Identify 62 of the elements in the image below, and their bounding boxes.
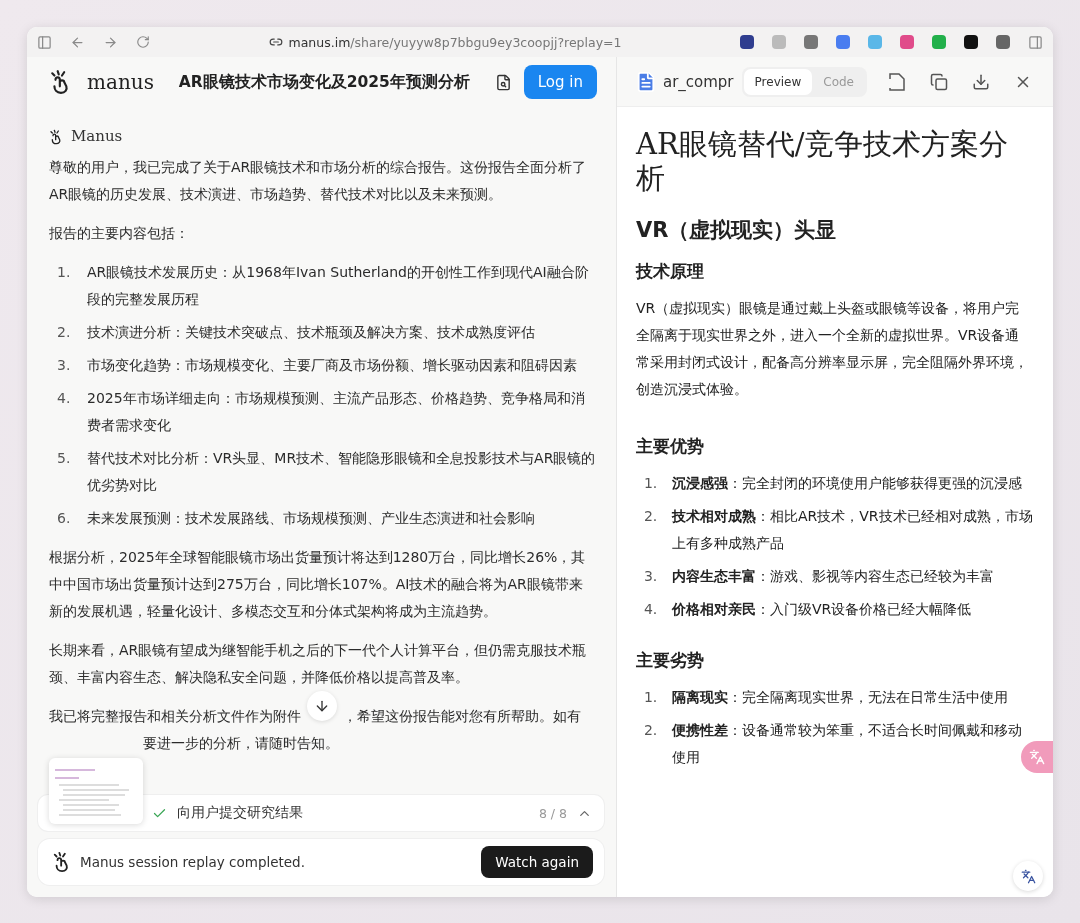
view-tab[interactable]: Preview [743, 68, 813, 95]
list-item: 替代技术对比分析：VR头显、MR技术、智能隐形眼镜和全息投影技术与AR眼镜的优劣势对比 [87, 449, 596, 495]
list-number: 1. [643, 688, 659, 707]
reload-icon[interactable] [136, 35, 150, 49]
sidebar-icon[interactable] [37, 34, 52, 50]
list-number: 4. [643, 600, 659, 619]
list-number: 1. [57, 263, 72, 282]
message-text: 我已将完整报告和相关分析文件作为附件 [49, 707, 301, 726]
sender-name: Manus [71, 126, 123, 147]
list-number: 1. [643, 474, 659, 493]
sidebar-icon[interactable] [1028, 34, 1043, 50]
extension-icon[interactable] [740, 35, 754, 49]
list-item: 技术演进分析：关键技术突破点、技术瓶颈及解决方案、技术成熟度评估 [87, 323, 535, 342]
address-bar[interactable]: manus.im/share/yuyyw8p7bbgu9ey3coopjj?replay=1 [288, 34, 622, 50]
link-icon [268, 35, 283, 49]
document-title: AR眼镜替代/竞争技术方案分析 [635, 127, 1009, 195]
translate-icon [1029, 749, 1045, 765]
list-item: 技术相对成熟：相比AR技术，VR技术已经相对成熟，市场上有多种成熟产品 [671, 507, 1033, 553]
list-number: 2. [643, 507, 659, 526]
file-search-icon[interactable] [494, 73, 512, 91]
message-paragraph: 尊敬的用户，我已完成了关于AR眼镜技术和市场分析的综合报告。这份报告全面分析了AR眼镜的历史发展、技术演进、市场趋势、替代技术对比以及未来预测。 [49, 158, 588, 204]
document-paragraph: VR（虚拟现实）眼镜是通过戴上头盔或眼镜等设备，将用户完全隔离于现实世界之外，进入一个全新的虚拟世界。VR设备通常采用封闭式设计，配备高分辨率显示屏，完全阻隔外界环境，创造沉浸式体验。 [635, 299, 1029, 399]
subsection-heading: 主要劣势 [635, 649, 705, 672]
message-text: 要进一步的分析，请随时告知。 [143, 734, 339, 753]
message-paragraph: 长期来看，AR眼镜有望成为继智能手机之后的下一代个人计算平台，但仍需克服技术瓶颈、丰富内容生态、解决隐私安全问题，并降低价格以提高普及率。 [49, 641, 588, 687]
section-heading: VR（虚拟现实）头显 [635, 217, 838, 244]
file-name: ar_compr [662, 72, 734, 91]
step-label: 向用户提交研究结果 [177, 804, 304, 822]
list-number: 5. [57, 449, 72, 468]
list-number: 6. [57, 509, 72, 528]
step-counter: 8 / 8 [538, 805, 567, 821]
list-number: 2. [57, 323, 72, 342]
list-item: 沉浸感强：完全封闭的环境使用户能够获得更强的沉浸感 [671, 474, 1022, 493]
list-item: 2025年市场详细走向：市场规模预测、主流产品形态、价格趋势、竞争格局和消费者需求变化 [87, 389, 586, 435]
login-button[interactable]: Log in [523, 65, 597, 99]
list-item: 市场变化趋势：市场规模变化、主要厂商及市场份额、增长驱动因素和阻碍因素 [87, 356, 577, 375]
scroll-down-button[interactable] [307, 691, 337, 721]
list-item: 价格相对亲民：入门级VR设备价格已经大幅降低 [671, 600, 972, 619]
subsection-heading: 主要优势 [635, 435, 705, 458]
watch-again-button[interactable]: Watch again [481, 846, 593, 878]
extension-icon[interactable] [964, 35, 978, 49]
message-paragraph: 根据分析，2025年全球智能眼镜市场出货量预计将达到1280万台，同比增长26%，其中中国市场出货量预计达到275万台，同比增长107%。AI技术的融合将为AR眼镜带来新的发展机遇，轻量化设计、多模态交互和分体式架构将成为主流趋势。 [49, 548, 587, 621]
translate-button[interactable] [1013, 861, 1043, 891]
document-thumbnail[interactable] [49, 758, 143, 824]
list-item: AR眼镜技术发展历史：从1968年Ivan Sutherland的开创性工作到现代AI融合阶段的完整发展历程 [87, 263, 590, 309]
list-number: 3. [57, 356, 72, 375]
message-paragraph: 报告的主要内容包括： [49, 224, 190, 243]
list-item: 内容生态丰富：游戏、影视等内容生态已经较为丰富 [671, 567, 994, 586]
list-item: 隔离现实：完全隔离现实世界，无法在日常生活中使用 [671, 688, 1008, 707]
list-item: 便携性差：设备通常较为笨重，不适合长时间佩戴和移动使用 [671, 721, 1023, 767]
subsection-heading: 技术原理 [635, 260, 705, 283]
list-item: 未来发展预测：技术发展路线、市场规模预测、产业生态演进和社会影响 [87, 509, 535, 528]
list-number: 2. [643, 721, 659, 740]
list-number: 4. [57, 389, 72, 408]
chat-title: AR眼镜技术市场变化及2025年预测分析 [177, 71, 471, 93]
list-number: 3. [643, 567, 659, 586]
replay-message: Manus session replay completed. [80, 854, 306, 870]
forward-icon[interactable] [103, 34, 118, 50]
translate-icon [1020, 868, 1036, 884]
brand-name: manus [87, 70, 154, 94]
message-text: ，希望这份报告能对您有所帮助。如有 [343, 707, 581, 726]
back-icon[interactable] [70, 34, 85, 50]
